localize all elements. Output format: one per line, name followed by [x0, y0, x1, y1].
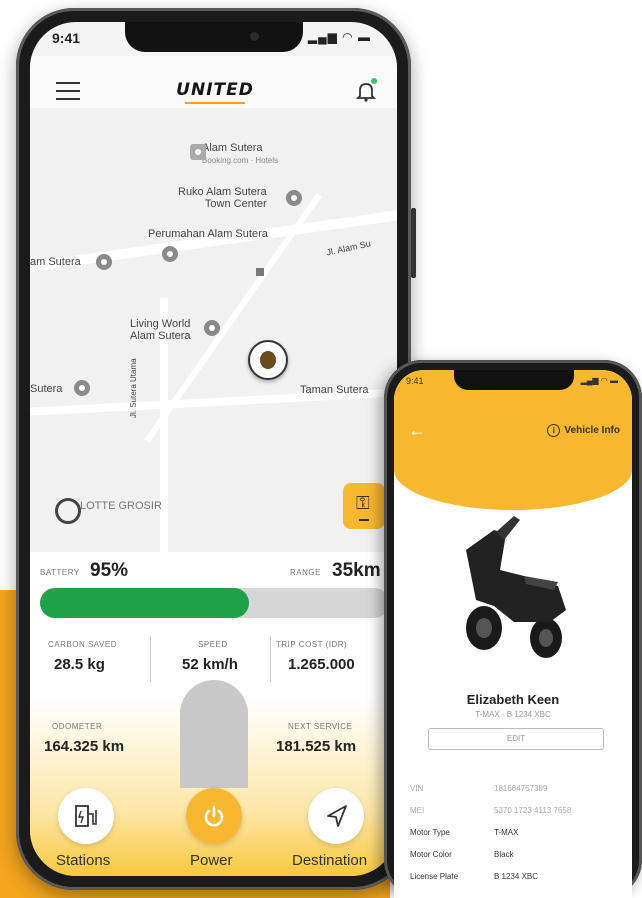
info-value: 181664757389 — [494, 784, 548, 793]
notification-dot — [371, 78, 377, 84]
stations-button[interactable] — [58, 788, 114, 844]
vehicle-info-phone-frame: 9:41 ▂▄▆ ◠ ▬ ← i Vehicle Info Elizabeth K… — [384, 360, 642, 898]
place-pin-icon[interactable] — [204, 320, 220, 336]
info-row-motor-type: Motor Type T-MAX — [410, 828, 624, 848]
notification-bell-icon[interactable] — [355, 78, 377, 102]
main-app-screen: 9:41 ▂▄▆ ◠ ▬ UNITED Alam Sutera Booking.c… — [30, 22, 397, 876]
stat-label-odometer: ODOMETER — [52, 722, 103, 731]
map-road — [31, 210, 397, 272]
info-value: T-MAX — [494, 828, 519, 837]
vehicle-subtitle: T-MAX · B 1234 XBC — [475, 710, 551, 719]
info-icon: i — [547, 424, 561, 437]
status-time: 9:41 — [52, 30, 81, 46]
place-pin-icon[interactable] — [96, 254, 112, 270]
divider — [150, 636, 151, 682]
back-arrow-icon[interactable]: ← — [408, 420, 426, 441]
map-label-taman-sutera: Taman Sutera — [300, 384, 369, 396]
stat-value-next-service: 181.525 km — [276, 738, 357, 755]
info-key: Motor Color — [410, 850, 452, 859]
hotel-pin-icon[interactable] — [190, 144, 206, 160]
vehicle-info-title-text: Vehicle Info — [564, 425, 620, 436]
stat-label-trip-cost: TRIP COST (IDR) — [276, 640, 348, 649]
edit-button[interactable]: EDIT — [428, 728, 604, 750]
vehicle-info-screen: 9:41 ▂▄▆ ◠ ▬ ← i Vehicle Info Elizabeth K… — [394, 370, 632, 898]
header-background — [394, 370, 632, 510]
power-button[interactable] — [186, 788, 242, 844]
signal-wifi-battery-icon: ▂▄▆ ◠ ▬ — [307, 30, 371, 44]
info-row-vin: VIN 181664757389 — [410, 784, 624, 804]
stat-label-carbon: CARBON SAVED — [48, 640, 117, 649]
key-icon: ⚿ — [356, 493, 370, 513]
map-label-living-world: Living World Alam Sutera — [130, 318, 191, 342]
notch — [125, 22, 303, 52]
info-value: Black — [494, 850, 514, 859]
stat-label-next-service: NEXT SERVICE — [288, 722, 353, 731]
map-square-icon — [256, 268, 264, 276]
stat-value-odometer: 164.325 km — [44, 738, 125, 755]
info-row-motor-color: Motor Color Black — [410, 850, 624, 870]
brand-logo-underline — [185, 102, 245, 104]
brand-logo: UNITED — [176, 80, 254, 100]
map-label-sutera: Sutera — [30, 383, 63, 395]
key-indicator — [359, 519, 369, 521]
battery-value: 95% — [90, 560, 129, 581]
range-label: RANGE — [290, 568, 321, 577]
stat-value-trip-cost: 1.265.000 — [288, 656, 355, 673]
map-label-alam-sutera: Alam Sutera Booking.com · Hotels — [202, 142, 279, 165]
stations-label: Stations — [56, 852, 111, 869]
charging-station-icon — [75, 805, 97, 827]
recenter-location-icon[interactable] — [55, 498, 81, 524]
scooter-location-pin-icon[interactable] — [248, 340, 288, 380]
vehicle-info-title: i Vehicle Info — [547, 424, 620, 437]
range-value: 35km — [332, 560, 381, 581]
hamburger-menu-icon[interactable] — [56, 82, 80, 100]
map-label-am-sutera: am Sutera — [30, 256, 81, 268]
owner-name: Elizabeth Keen — [466, 692, 560, 707]
stat-label-speed: SPEED — [198, 640, 228, 649]
navigation-arrow-icon — [327, 805, 347, 827]
info-key: VIN — [410, 784, 424, 793]
side-button — [411, 208, 416, 278]
stat-value-speed: 52 km/h — [182, 656, 238, 673]
map-label-road: Jl. Alam Su — [325, 238, 372, 258]
battery-label: BATTERY — [40, 568, 80, 577]
divider — [270, 636, 271, 682]
place-pin-icon[interactable] — [162, 246, 178, 262]
destination-label: Destination — [292, 852, 368, 869]
info-value: B 1234 XBC — [494, 872, 539, 881]
info-key: MEI — [410, 806, 425, 815]
info-key: Motor Type — [410, 828, 450, 837]
place-pin-icon[interactable] — [286, 190, 302, 206]
place-pin-icon[interactable] — [74, 380, 90, 396]
destination-button[interactable] — [308, 788, 364, 844]
map-label-lotte: LOTTE GROSIR — [80, 500, 162, 512]
info-key: License Plate — [410, 872, 459, 881]
power-icon — [204, 805, 224, 827]
power-label: Power — [190, 852, 233, 869]
map-view[interactable]: Alam Sutera Booking.com · Hotels Ruko Ala… — [30, 108, 397, 568]
info-value: 5370 1723 4113 7658 — [494, 806, 572, 815]
main-phone-frame: 9:41 ▂▄▆ ◠ ▬ UNITED Alam Sutera Booking.c… — [16, 8, 416, 890]
notch — [454, 370, 574, 390]
battery-progress-fill — [40, 588, 250, 618]
map-label-street: Jl. Sutera Utama — [129, 358, 138, 418]
info-row-license-plate: License Plate B 1234 XBC — [410, 872, 624, 892]
battery-progress-bar — [40, 588, 389, 618]
signal-wifi-battery-icon: ▂▄▆ ◠ ▬ — [580, 376, 618, 385]
camera-icon — [250, 32, 259, 41]
map-label-ruko: Ruko Alam Sutera Town Center — [178, 186, 267, 210]
scooter-image — [466, 516, 566, 658]
power-gauge — [180, 680, 248, 788]
map-label-perumahan: Perumahan Alam Sutera — [148, 228, 268, 240]
info-row-mei: MEI 5370 1723 4113 7658 — [410, 806, 624, 826]
status-time-small: 9:41 — [406, 376, 424, 386]
digital-key-button[interactable]: ⚿ — [343, 483, 385, 529]
vehicle-stats-panel: BATTERY 95% RANGE 35km CARBON SAVED 28.5… — [30, 552, 397, 876]
stat-value-carbon: 28.5 kg — [54, 656, 105, 673]
